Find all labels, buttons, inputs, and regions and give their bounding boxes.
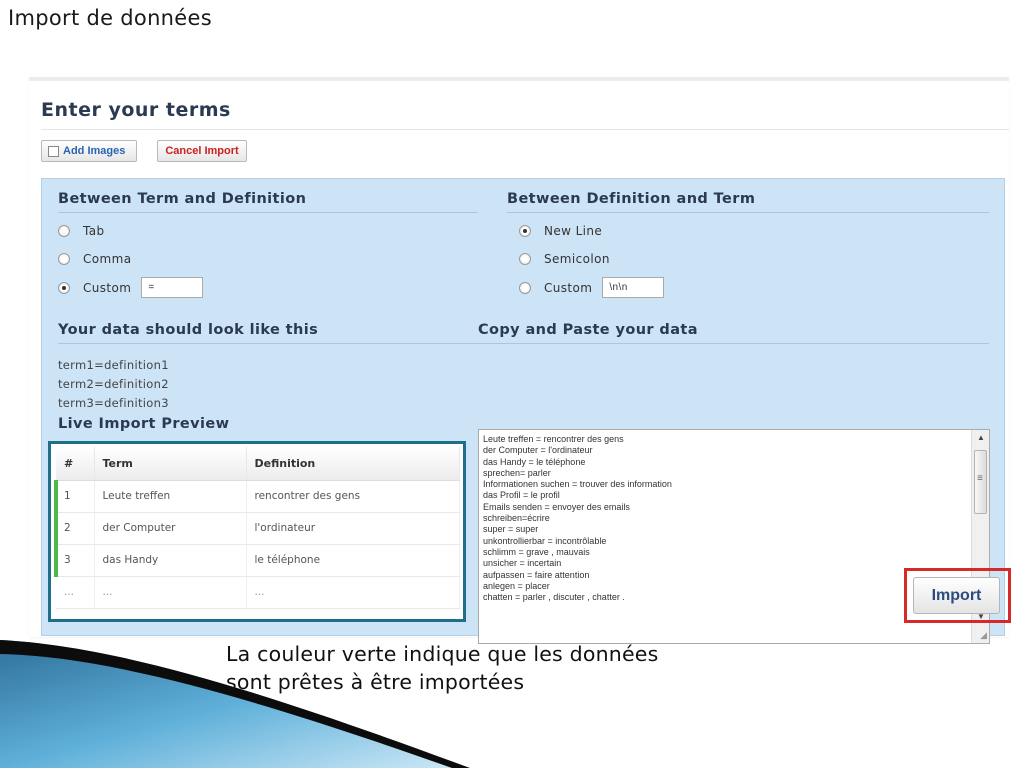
sample-line: term3=definition3 — [58, 396, 169, 410]
paste-line: sprechen= parler — [483, 467, 551, 478]
panel-title: Enter your terms — [41, 99, 231, 121]
term-def-heading: Between Term and Definition — [58, 191, 307, 207]
row-definition: l'ordinateur — [246, 512, 460, 545]
add-images-checkbox[interactable] — [48, 145, 59, 157]
col-header-term: Term — [94, 447, 247, 481]
preview-heading: Live Import Preview — [58, 416, 230, 432]
def-custom-label: Custom — [544, 280, 593, 295]
paste-line: das Profil = le profil — [483, 490, 560, 501]
table-row: 2 der Computer l'ordinateur — [54, 512, 460, 545]
row-num: 3 — [54, 544, 95, 577]
import-panel: Enter your terms Add Images Cancel Impor… — [29, 77, 1009, 644]
panel-divider — [41, 129, 1009, 130]
table-row: ... ... ... — [56, 576, 460, 609]
table-row: 3 das Handy le téléphone — [54, 544, 460, 577]
semicolon-label: Semicolon — [544, 252, 610, 266]
preview-table: # Term Definition 1 Leute treffen rencon… — [54, 447, 460, 609]
row-num: ... — [56, 576, 95, 609]
tab-label: Tab — [83, 224, 105, 238]
paste-line: Leute treffen = rencontrer des gens — [483, 434, 624, 444]
add-images-button[interactable]: Add Images — [41, 140, 137, 162]
add-images-label: Add Images — [63, 145, 126, 157]
def-term-custom-input[interactable]: \n\n — [602, 277, 665, 298]
paste-line: super = super — [483, 524, 539, 535]
preview-highlight-frame: # Term Definition 1 Leute treffen rencon… — [48, 441, 466, 622]
comma-radio[interactable] — [58, 253, 70, 265]
def-term-heading: Between Definition and Term — [507, 191, 756, 207]
row-definition: le téléphone — [246, 544, 460, 577]
term-def-option-tab[interactable]: Tab — [58, 224, 105, 238]
term-def-divider — [58, 212, 478, 213]
row-definition: ... — [246, 576, 460, 609]
row-term: das Handy — [94, 544, 247, 577]
slide-caption: La couleur verte indique que les données… — [226, 640, 659, 696]
import-highlight-frame: Import — [904, 568, 1011, 623]
semicolon-radio[interactable] — [519, 253, 531, 265]
col-header-num: # — [56, 447, 95, 481]
import-button[interactable]: Import — [913, 577, 1000, 614]
caption-line: La couleur verte indique que les données — [226, 642, 659, 666]
def-custom-radio[interactable] — [519, 281, 531, 294]
paste-divider — [478, 343, 989, 344]
sample-line: term1=definition1 — [58, 358, 169, 372]
row-term: der Computer — [94, 512, 247, 545]
slide-title: Import de données — [8, 6, 212, 30]
paste-heading: Copy and Paste your data — [478, 322, 698, 338]
caption-line: sont prêtes à être importées — [226, 670, 525, 694]
sample-line: term2=definition2 — [58, 377, 169, 391]
paste-line: Informationen suchen = trouver des infor… — [483, 479, 672, 490]
import-options-box: Between Term and Definition Tab Comma Cu… — [41, 178, 1005, 644]
resize-grip-icon[interactable]: ◢ — [980, 630, 987, 641]
newline-label: New Line — [544, 224, 603, 238]
newline-radio[interactable] — [519, 225, 531, 237]
scroll-up-icon[interactable]: ▲ — [972, 430, 989, 446]
paste-line: schreiben=écrire — [483, 513, 550, 524]
row-num: 1 — [54, 480, 95, 513]
row-num: 2 — [54, 512, 95, 545]
term-def-option-custom[interactable]: Custom = — [58, 277, 204, 298]
sample-heading: Your data should look like this — [58, 322, 319, 338]
paste-line: Emails senden = envoyer des emails — [483, 501, 630, 512]
col-header-definition: Definition — [246, 447, 460, 481]
row-term: ... — [94, 576, 247, 609]
custom-radio[interactable] — [58, 281, 70, 294]
sample-divider — [58, 343, 478, 344]
table-row: 1 Leute treffen rencontrer des gens — [54, 480, 460, 513]
cancel-import-button[interactable]: Cancel Import — [157, 140, 247, 162]
custom-label: Custom — [83, 280, 132, 295]
tab-radio[interactable] — [58, 225, 70, 237]
def-term-option-custom[interactable]: Custom \n\n — [519, 277, 665, 298]
def-term-option-semicolon[interactable]: Semicolon — [519, 252, 610, 266]
paste-line: das Handy = le téléphone — [483, 456, 586, 467]
def-term-option-newline[interactable]: New Line — [519, 224, 602, 238]
def-term-divider — [507, 212, 989, 213]
row-term: Leute treffen — [94, 480, 247, 513]
row-definition: rencontrer des gens — [246, 480, 460, 513]
term-def-custom-input[interactable]: = — [141, 277, 204, 298]
paste-line: der Computer = l'ordinateur — [483, 445, 593, 456]
term-def-option-comma[interactable]: Comma — [58, 252, 131, 266]
paste-line: schlimm = grave , mauvais — [483, 546, 590, 557]
paste-line: unkontrollierbar = incontrôlable — [483, 535, 607, 546]
scroll-thumb[interactable] — [974, 450, 987, 514]
comma-label: Comma — [83, 252, 132, 266]
